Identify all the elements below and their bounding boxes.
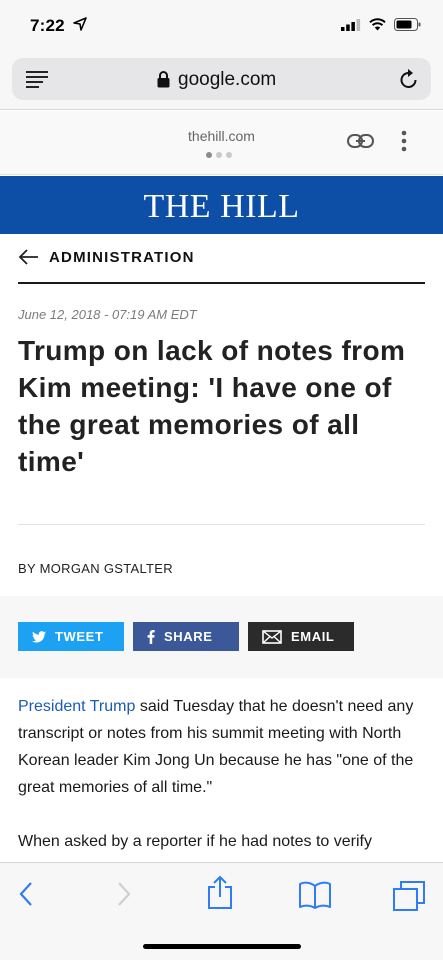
- page-dot[interactable]: [226, 152, 232, 158]
- tabs-icon[interactable]: [393, 881, 425, 911]
- home-indicator[interactable]: [143, 944, 301, 949]
- browser-address-area: google.com: [0, 48, 443, 110]
- status-time: 7:22: [30, 16, 65, 35]
- section-header: ADMINISTRATION: [18, 244, 425, 284]
- battery-icon: [394, 18, 421, 31]
- forward-icon[interactable]: [116, 881, 132, 907]
- amp-header: thehill.com: [0, 111, 443, 175]
- back-icon[interactable]: [18, 881, 34, 907]
- facebook-icon: [147, 629, 155, 644]
- article-date: June 12, 2018 - 07:19 AM EDT: [18, 307, 197, 322]
- page-dot[interactable]: [216, 152, 222, 158]
- divider: [18, 524, 425, 525]
- location-arrow-icon: [73, 17, 87, 31]
- status-bar: 7:22: [0, 0, 443, 48]
- address-domain[interactable]: google.com: [178, 69, 276, 91]
- email-icon: [262, 629, 282, 644]
- president-trump-link[interactable]: President Trump: [18, 698, 135, 715]
- wifi-icon: [369, 18, 386, 31]
- page-dot[interactable]: [206, 152, 212, 158]
- site-masthead[interactable]: THE HILL: [0, 176, 443, 234]
- page-indicator[interactable]: [206, 152, 232, 158]
- bookmarks-icon[interactable]: [299, 881, 331, 909]
- share-label: SHARE: [164, 629, 213, 644]
- address-bar[interactable]: google.com: [12, 58, 431, 100]
- article-paragraph: President Trump said Tuesday that he doe…: [18, 693, 430, 801]
- back-arrow-icon[interactable]: [18, 248, 39, 266]
- facebook-share-button[interactable]: SHARE: [133, 622, 239, 651]
- twitter-icon: [32, 630, 46, 643]
- share-bar: TWEET SHARE EMAIL: [0, 596, 443, 678]
- email-button[interactable]: EMAIL: [248, 622, 354, 651]
- share-icon[interactable]: [207, 875, 233, 909]
- site-logo[interactable]: THE HILL: [0, 188, 443, 226]
- section-label[interactable]: ADMINISTRATION: [49, 249, 195, 266]
- more-vertical-icon[interactable]: [400, 130, 408, 152]
- menu-icon[interactable]: [26, 69, 50, 89]
- article-paragraph: When asked by a reporter if he had notes…: [18, 833, 372, 850]
- signal-icon: [341, 18, 361, 31]
- reload-icon[interactable]: [399, 68, 419, 90]
- lock-icon: [157, 71, 170, 88]
- tweet-label: TWEET: [55, 629, 104, 644]
- amp-host: thehill.com: [188, 128, 255, 144]
- status-icons: [341, 18, 421, 31]
- link-icon[interactable]: [347, 133, 374, 149]
- article-headline: Trump on lack of notes from Kim meeting:…: [18, 335, 406, 477]
- tweet-button[interactable]: TWEET: [18, 622, 124, 651]
- email-label: EMAIL: [291, 629, 335, 644]
- article-byline: BY MORGAN GSTALTER: [18, 561, 173, 576]
